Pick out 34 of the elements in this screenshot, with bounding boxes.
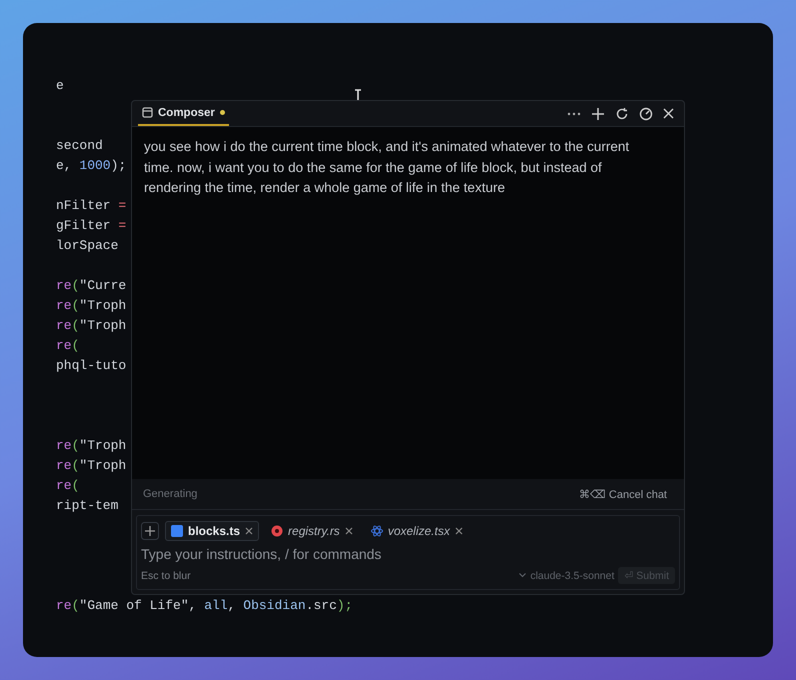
- code-line: phql-tuto: [56, 357, 126, 375]
- close-icon[interactable]: [663, 108, 674, 119]
- hint-text: Esc to blur: [141, 570, 191, 582]
- plus-icon[interactable]: [591, 106, 605, 120]
- code-line: e, 1000);: [56, 157, 126, 175]
- code-line: re("Troph: [56, 457, 126, 475]
- code-line: second: [56, 137, 103, 155]
- code-line: ript-tem: [56, 497, 118, 515]
- code-line: re("Troph: [56, 437, 126, 455]
- status-text: Generating: [143, 488, 198, 500]
- file-chip[interactable]: blocks.ts: [165, 521, 260, 541]
- code-line: lorSpace: [56, 237, 118, 255]
- chevron-down-icon[interactable]: [519, 573, 526, 578]
- user-message: you see how i do the current time block, and it's animated whatever to the current time. now, i want you to do the same for the game of life block, but instead of rendering the time, render a whole game of life in the texture: [144, 138, 630, 197]
- code-line: re("Curre: [56, 277, 126, 295]
- code-line: nFilter =: [56, 197, 126, 215]
- gauge-icon[interactable]: [639, 106, 653, 120]
- file-chip[interactable]: registry.rs: [265, 521, 359, 541]
- close-icon[interactable]: [344, 527, 353, 535]
- window-icon: [142, 107, 153, 118]
- refresh-icon[interactable]: [615, 106, 629, 120]
- code-line: re(: [56, 337, 80, 355]
- code-line: re("Troph: [56, 297, 126, 315]
- code-line: re(: [56, 477, 80, 495]
- close-icon[interactable]: [454, 527, 463, 535]
- file-chip[interactable]: voxelize.tsx: [364, 521, 469, 541]
- code-line: e: [56, 77, 64, 95]
- code-line: gFilter =: [56, 217, 126, 235]
- add-context-icon[interactable]: [141, 522, 159, 540]
- more-icon[interactable]: [567, 112, 581, 116]
- cancel-chat-link[interactable]: ⌘⌫ Cancel chat: [578, 488, 667, 500]
- code-line: re("Game of Life", all, Obsidian.src);: [56, 597, 353, 615]
- close-icon[interactable]: [245, 527, 254, 535]
- code-line: re("Troph: [56, 317, 126, 335]
